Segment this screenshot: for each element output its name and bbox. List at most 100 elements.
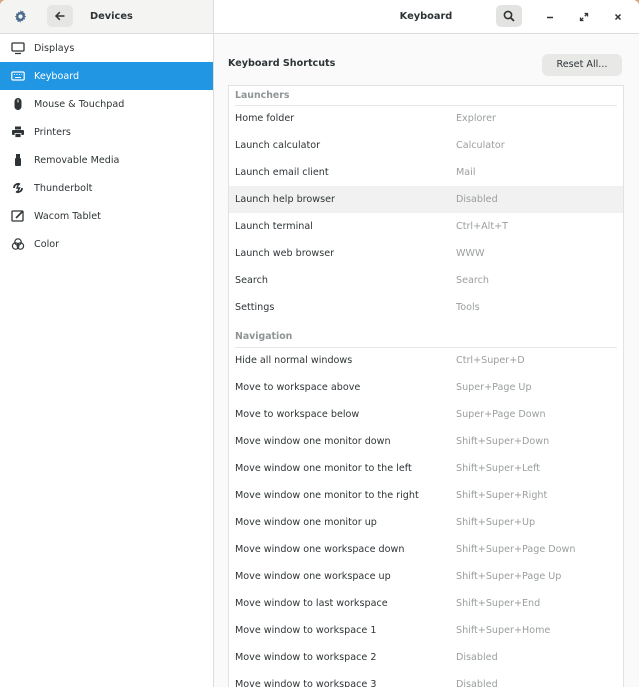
- shortcut-row[interactable]: Move window one monitor up Shift+Super+U…: [229, 509, 623, 536]
- shortcut-row[interactable]: Move to workspace above Super+Page Up: [229, 374, 623, 401]
- section-header-navigation: Navigation: [235, 331, 293, 342]
- shortcut-accel[interactable]: Shift+Super+Left: [456, 455, 540, 482]
- shortcut-name: Search: [235, 275, 268, 286]
- shortcut-row[interactable]: Move window one monitor to the right Shi…: [229, 482, 623, 509]
- sidebar-item-color[interactable]: Color: [0, 230, 213, 258]
- sidebar-item-printers[interactable]: Printers: [0, 118, 213, 146]
- shortcut-row[interactable]: Launch terminal Ctrl+Alt+T: [229, 213, 623, 240]
- search-button[interactable]: [496, 5, 522, 27]
- sidebar-item-label: Keyboard: [34, 70, 80, 82]
- shortcut-row[interactable]: Search Search: [229, 267, 623, 294]
- close-icon: [614, 13, 622, 21]
- shortcut-name: Move window one monitor down: [235, 436, 391, 447]
- shortcut-row[interactable]: Launch web browser WWW: [229, 240, 623, 267]
- shortcut-accel[interactable]: Shift+Super+End: [456, 590, 540, 617]
- shortcut-name: Launch help browser: [235, 194, 335, 205]
- shortcut-accel[interactable]: Search: [456, 267, 489, 294]
- shortcut-row[interactable]: Move window one monitor to the left Shif…: [229, 455, 623, 482]
- shortcut-accel[interactable]: Calculator: [456, 132, 505, 159]
- shortcut-row[interactable]: Settings Tools: [229, 294, 623, 321]
- shortcut-row[interactable]: Move window to workspace 1 Shift+Super+H…: [229, 617, 623, 644]
- shortcut-row[interactable]: Move window one monitor down Shift+Super…: [229, 428, 623, 455]
- shortcut-accel[interactable]: Shift+Super+Right: [456, 482, 547, 509]
- sidebar-item-label: Wacom Tablet: [34, 210, 101, 222]
- shortcut-accel[interactable]: Shift+Super+Page Up: [456, 563, 561, 590]
- keyboard-icon: [11, 69, 25, 83]
- shortcut-row[interactable]: Move window to workspace 2 Disabled: [229, 644, 623, 671]
- color-icon: [11, 237, 25, 251]
- tablet-icon: [11, 209, 25, 223]
- sidebar-item-label: Thunderbolt: [34, 182, 93, 194]
- shortcut-row[interactable]: Hide all normal windows Ctrl+Super+D: [229, 347, 623, 374]
- shortcut-name: Launch terminal: [235, 221, 313, 232]
- display-icon: [11, 41, 25, 55]
- sidebar-item-keyboard[interactable]: Keyboard: [0, 62, 213, 90]
- search-icon: [503, 10, 515, 22]
- shortcut-accel[interactable]: Shift+Super+Home: [456, 617, 550, 644]
- shortcut-accel[interactable]: Shift+Super+Up: [456, 509, 535, 536]
- shortcuts-list: Launchers Home folder Explorer Launch ca…: [228, 85, 624, 687]
- shortcut-accel[interactable]: Explorer: [456, 105, 496, 132]
- shortcut-accel[interactable]: Ctrl+Super+D: [456, 347, 525, 374]
- settings-window: Devices Keyboard Displays Keyboard Mouse…: [0, 0, 639, 687]
- shortcut-accel[interactable]: Mail: [456, 159, 476, 186]
- sidebar-item-label: Color: [34, 238, 60, 250]
- shortcut-name: Move window one monitor to the right: [235, 490, 419, 501]
- shortcut-name: Move to workspace below: [235, 409, 360, 420]
- shortcut-name: Settings: [235, 302, 275, 313]
- shortcut-name: Move to workspace above: [235, 382, 361, 393]
- sidebar-item-thunderbolt[interactable]: Thunderbolt: [0, 174, 213, 202]
- content-pane: Keyboard Shortcuts Reset All... Launcher…: [214, 34, 639, 687]
- arrow-left-icon: [54, 11, 65, 21]
- shortcut-accel[interactable]: WWW: [456, 240, 484, 267]
- shortcut-name: Move window to workspace 1: [235, 625, 377, 636]
- shortcut-name: Move window one workspace down: [235, 544, 405, 555]
- shortcut-accel[interactable]: Disabled: [456, 644, 498, 671]
- printer-icon: [11, 125, 25, 139]
- shortcut-accel[interactable]: Ctrl+Alt+T: [456, 213, 508, 240]
- shortcut-name: Move window to workspace 3: [235, 679, 377, 687]
- gear-icon[interactable]: [7, 5, 33, 27]
- sidebar-item-mouse-touchpad[interactable]: Mouse & Touchpad: [0, 90, 213, 118]
- shortcut-row[interactable]: Launch calculator Calculator: [229, 132, 623, 159]
- shortcut-row[interactable]: Home folder Explorer: [229, 105, 623, 132]
- thunderbolt-icon: [11, 181, 25, 195]
- sidebar-item-displays[interactable]: Displays: [0, 34, 213, 62]
- shortcut-accel[interactable]: Disabled: [456, 186, 498, 213]
- sidebar-item-label: Displays: [34, 42, 75, 54]
- maximize-button[interactable]: [574, 7, 594, 27]
- shortcut-name: Launch web browser: [235, 248, 335, 259]
- sidebar-item-label: Mouse & Touchpad: [34, 98, 125, 110]
- shortcut-row-highlighted[interactable]: Launch help browser Disabled: [229, 186, 623, 213]
- usb-icon: [11, 153, 25, 167]
- maximize-icon: [579, 12, 589, 22]
- reset-all-button[interactable]: Reset All...: [542, 54, 622, 76]
- shortcut-accel[interactable]: Super+Page Down: [456, 401, 546, 428]
- shortcut-accel[interactable]: Shift+Super+Page Down: [456, 536, 575, 563]
- sidebar-item-wacom-tablet[interactable]: Wacom Tablet: [0, 202, 213, 230]
- keyboard-shortcuts-title: Keyboard Shortcuts: [228, 58, 336, 69]
- shortcut-name: Move window one monitor up: [235, 517, 377, 528]
- section-header-launchers: Launchers: [235, 90, 290, 101]
- shortcut-accel[interactable]: Disabled: [456, 671, 498, 687]
- sidebar: Displays Keyboard Mouse & Touchpad Print…: [0, 34, 214, 687]
- close-button[interactable]: [608, 7, 628, 27]
- shortcut-name: Home folder: [235, 113, 295, 124]
- shortcut-row[interactable]: Move to workspace below Super+Page Down: [229, 401, 623, 428]
- sidebar-item-removable-media[interactable]: Removable Media: [0, 146, 213, 174]
- shortcut-row[interactable]: Move window one workspace up Shift+Super…: [229, 563, 623, 590]
- shortcut-row[interactable]: Move window to last workspace Shift+Supe…: [229, 590, 623, 617]
- shortcut-accel[interactable]: Super+Page Up: [456, 374, 532, 401]
- sidebar-item-label: Removable Media: [34, 154, 120, 166]
- shortcut-name: Move window one workspace up: [235, 571, 391, 582]
- shortcut-accel[interactable]: Tools: [456, 294, 480, 321]
- back-button[interactable]: [47, 5, 73, 27]
- shortcut-name: Move window to last workspace: [235, 598, 388, 609]
- shortcut-row[interactable]: Move window one workspace down Shift+Sup…: [229, 536, 623, 563]
- minimize-button[interactable]: [540, 7, 560, 27]
- shortcut-name: Move window one monitor to the left: [235, 463, 412, 474]
- shortcut-accel[interactable]: Shift+Super+Down: [456, 428, 549, 455]
- shortcut-row[interactable]: Launch email client Mail: [229, 159, 623, 186]
- header-bar-left: Devices: [0, 0, 214, 33]
- shortcut-row[interactable]: Move window to workspace 3 Disabled: [229, 671, 623, 687]
